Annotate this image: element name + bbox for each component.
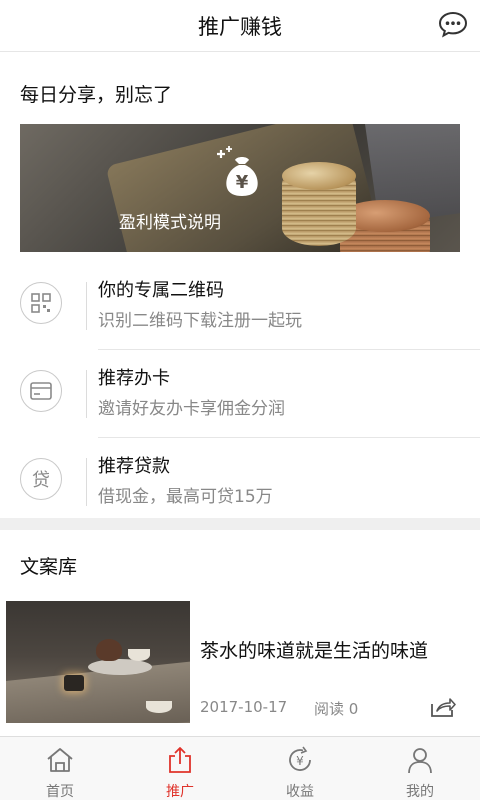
tea-cup (146, 701, 172, 713)
menu-item-recommend-card[interactable]: 推荐办卡 邀请好友办卡享佣金分润 (0, 350, 480, 438)
article-thumbnail (6, 601, 190, 723)
banner-caption: 盈利模式说明 (119, 213, 221, 233)
income-icon: ¥ (289, 746, 311, 771)
menu-item-recommend-loan[interactable]: 贷 推荐贷款 借现金，最高可贷15万 (0, 438, 480, 526)
profit-model-banner[interactable]: ¥ 盈利模式说明 (20, 124, 460, 252)
card-icon (20, 370, 62, 412)
article-title: 茶水的味道就是生活的味道 (200, 640, 429, 662)
tab-promote[interactable]: 推广 (120, 737, 240, 800)
divider (86, 370, 87, 418)
menu-item-subtitle: 邀请好友办卡享佣金分润 (98, 399, 285, 419)
menu-item-subtitle: 借现金，最高可贷15万 (98, 487, 273, 507)
page-title: 推广赚钱 (198, 15, 282, 39)
tab-label: 首页 (46, 784, 74, 800)
tab-label: 推广 (166, 784, 194, 800)
loan-icon: 贷 (20, 458, 62, 500)
person-icon (408, 748, 432, 774)
menu-item-title: 推荐贷款 (98, 456, 170, 477)
svg-text:¥: ¥ (236, 172, 249, 193)
daily-share-title: 每日分享，别忘了 (20, 84, 173, 106)
article-read-count: 阅读 0 (314, 700, 359, 718)
money-bag-icon: ¥ (217, 146, 258, 196)
tea-tray (88, 659, 152, 675)
bottom-tab-bar: 首页 推广 ¥ 收益 我的 (0, 736, 480, 800)
menu-item-title: 推荐办卡 (98, 368, 170, 389)
menu-item-subtitle: 识别二维码下载注册一起玩 (98, 311, 302, 331)
tab-home[interactable]: 首页 (0, 737, 120, 800)
article-card[interactable]: 茶水的味道就是生活的味道 2017-10-17 阅读 0 (0, 598, 480, 730)
svg-text:¥: ¥ (296, 754, 304, 768)
tab-mine[interactable]: 我的 (360, 737, 480, 800)
tab-label: 收益 (286, 784, 314, 800)
menu-item-title: 你的专属二维码 (98, 280, 224, 301)
section-gap (0, 518, 480, 530)
tea-cup (128, 649, 150, 661)
tab-label: 我的 (406, 784, 434, 800)
qrcode-icon (20, 282, 62, 324)
divider (86, 458, 87, 506)
article-date: 2017-10-17 (200, 698, 288, 716)
coin-stack-top (282, 162, 356, 190)
chat-bubble-icon[interactable] (438, 10, 468, 38)
teapot (96, 639, 122, 661)
top-nav-bar: 推广赚钱 (0, 0, 480, 52)
divider (86, 282, 87, 330)
upload-share-icon (169, 747, 191, 773)
library-title: 文案库 (20, 556, 78, 578)
candle (64, 675, 84, 691)
home-icon (47, 748, 73, 772)
menu-item-qrcode[interactable]: 你的专属二维码 识别二维码下载注册一起玩 (0, 262, 480, 350)
share-icon[interactable] (430, 696, 456, 718)
tab-income[interactable]: ¥ 收益 (240, 737, 360, 800)
